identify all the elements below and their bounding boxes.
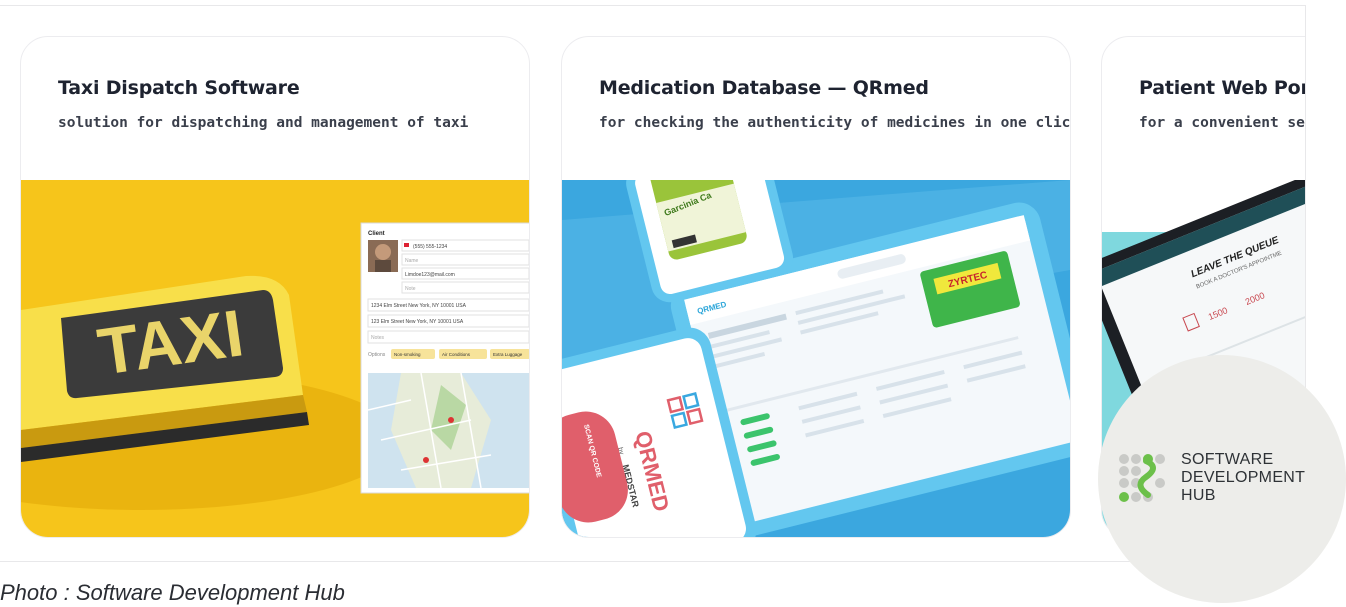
card-title: Patient Web Porta bbox=[1139, 77, 1305, 99]
svg-text:Limdoe123@mail.com: Limdoe123@mail.com bbox=[405, 272, 455, 278]
svg-text:Non-smoking: Non-smoking bbox=[394, 352, 421, 357]
svg-text:Name: Name bbox=[405, 258, 419, 264]
taxi-dispatch-image: TAXI Client (555) 555-1234 Name Limdoe12… bbox=[21, 180, 529, 537]
name-field[interactable] bbox=[401, 253, 529, 266]
svg-text:123 Elm Street New York, NY 10: 123 Elm Street New York, NY 10001 USA bbox=[371, 319, 464, 325]
card-subtitle: for checking the authenticity of medicin… bbox=[599, 115, 1071, 131]
svg-text:Notes: Notes bbox=[371, 335, 385, 341]
svg-text:Air Conditions: Air Conditions bbox=[442, 352, 471, 357]
project-card-qrmed[interactable]: Medication Database — QRmed for checking… bbox=[561, 36, 1071, 538]
photo-caption: Photo : Software Development Hub bbox=[0, 580, 345, 605]
svg-text:Options: Options bbox=[368, 352, 386, 358]
client-label: Client bbox=[368, 231, 385, 237]
map-view[interactable] bbox=[367, 372, 529, 489]
svg-text:Extra Luggage: Extra Luggage bbox=[493, 352, 523, 357]
svg-text:1234 Elm Street New York, NY 1: 1234 Elm Street New York, NY 10001 USA bbox=[371, 303, 467, 309]
logo-wordmark: SOFTWARE DEVELOPMENT HUB bbox=[1181, 451, 1306, 504]
card-title: Medication Database — QRmed bbox=[599, 77, 929, 99]
card-subtitle: solution for dispatching and management … bbox=[58, 115, 469, 131]
note-field[interactable] bbox=[401, 281, 529, 294]
sdh-dots-icon bbox=[1119, 454, 1165, 502]
svg-text:Note: Note bbox=[405, 286, 416, 292]
qrmed-image: QRMED ZYRTEC Garcinia Ca QRMED by MEDSTA… bbox=[562, 180, 1070, 537]
project-card-taxi[interactable]: Taxi Dispatch Software solution for disp… bbox=[20, 36, 530, 538]
software-development-hub-logo: SOFTWARE DEVELOPMENT HUB bbox=[1098, 355, 1346, 603]
card-title: Taxi Dispatch Software bbox=[58, 77, 300, 99]
svg-text:(555) 555-1234: (555) 555-1234 bbox=[413, 244, 447, 250]
card-subtitle: for a convenient searc bbox=[1139, 115, 1305, 131]
notes-field[interactable] bbox=[367, 330, 529, 344]
